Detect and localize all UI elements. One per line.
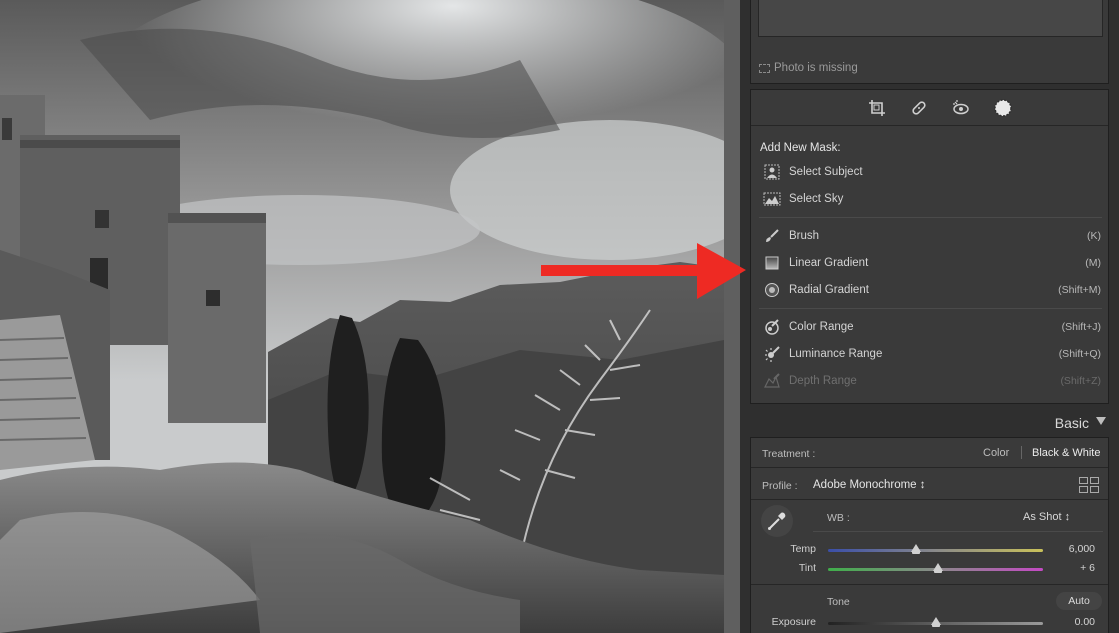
crop-icon[interactable] bbox=[867, 98, 887, 118]
mask-label: Select Subject bbox=[789, 166, 863, 178]
tint-thumb[interactable] bbox=[932, 563, 943, 573]
photo-canvas[interactable] bbox=[0, 0, 724, 633]
profile-select[interactable]: Adobe Monochrome ↕ bbox=[813, 479, 926, 491]
tool-strip bbox=[751, 90, 1108, 126]
navigator-panel: Photo is missing bbox=[750, 0, 1109, 84]
redeye-icon[interactable] bbox=[951, 98, 971, 118]
mask-label: Depth Range bbox=[789, 375, 857, 387]
mask-shortcut: (M) bbox=[1085, 257, 1101, 269]
basic-panel-title: Basic bbox=[1054, 415, 1089, 431]
treatment-bw-option[interactable]: Black & White bbox=[1032, 447, 1100, 459]
tint-slider-row: Tint + 6 bbox=[751, 560, 1108, 578]
masking-icon[interactable] bbox=[993, 98, 1013, 118]
color-range-icon bbox=[763, 319, 781, 335]
wb-label: WB : bbox=[827, 512, 850, 524]
mask-label: Radial Gradient bbox=[789, 284, 869, 296]
tint-label: Tint bbox=[798, 562, 816, 574]
mask-shortcut: (Shift+Z) bbox=[1060, 375, 1101, 387]
mask-select-sky[interactable]: Select Sky bbox=[763, 189, 1101, 209]
tint-value[interactable]: + 6 bbox=[1080, 562, 1095, 574]
treatment-row: Treatment : Color Black & White bbox=[751, 438, 1108, 468]
brush-icon bbox=[763, 228, 781, 244]
mask-depth-range: Depth Range (Shift+Z) bbox=[763, 371, 1101, 391]
exposure-slider-row: Exposure 0.00 bbox=[751, 614, 1108, 632]
mask-label: Color Range bbox=[789, 321, 854, 333]
profile-browser-grid-icon[interactable] bbox=[1079, 477, 1099, 493]
radial-gradient-icon bbox=[763, 282, 781, 298]
mask-shortcut: (Shift+Q) bbox=[1058, 348, 1101, 360]
depth-range-icon bbox=[763, 373, 781, 389]
profile-row: Profile : Adobe Monochrome ↕ bbox=[751, 469, 1108, 500]
mask-radial-gradient[interactable]: Radial Gradient (Shift+M) bbox=[763, 280, 1101, 300]
mask-label: Brush bbox=[789, 230, 820, 242]
exposure-value[interactable]: 0.00 bbox=[1075, 616, 1095, 628]
temp-slider-row: Temp 6,000 bbox=[751, 541, 1108, 559]
mask-select-subject[interactable]: Select Subject bbox=[763, 162, 1101, 182]
photo-missing-notice: Photo is missing bbox=[759, 62, 858, 74]
mask-shortcut: (Shift+J) bbox=[1061, 321, 1101, 333]
tone-label: Tone bbox=[827, 596, 850, 608]
mask-label: Linear Gradient bbox=[789, 257, 869, 269]
temp-value[interactable]: 6,000 bbox=[1069, 543, 1095, 555]
mask-luminance-range[interactable]: Luminance Range (Shift+Q) bbox=[763, 344, 1101, 364]
temp-thumb[interactable] bbox=[911, 544, 922, 554]
mask-label: Luminance Range bbox=[789, 348, 883, 360]
missing-photo-icon bbox=[759, 63, 770, 73]
exposure-thumb[interactable] bbox=[930, 617, 941, 627]
linear-gradient-icon bbox=[763, 255, 781, 271]
photo-image bbox=[0, 0, 724, 633]
luminance-range-icon bbox=[763, 346, 781, 362]
collapse-triangle-icon[interactable] bbox=[1096, 417, 1106, 425]
navigator-preview[interactable] bbox=[758, 0, 1103, 37]
treatment-label: Treatment : bbox=[762, 448, 816, 460]
mask-shortcut: (Shift+M) bbox=[1058, 284, 1101, 296]
white-balance-section: WB : As Shot ↕ Temp 6,000 Tint + 6 bbox=[751, 501, 1108, 585]
wb-select[interactable]: As Shot ↕ bbox=[1023, 511, 1070, 523]
temp-label: Temp bbox=[790, 543, 816, 555]
healing-icon[interactable] bbox=[909, 98, 929, 118]
mask-shortcut: (K) bbox=[1087, 230, 1101, 242]
mask-separator bbox=[759, 308, 1102, 309]
panel-gutter bbox=[740, 0, 748, 633]
sky-icon bbox=[763, 191, 781, 207]
temp-track[interactable] bbox=[828, 549, 1043, 552]
mask-brush[interactable]: Brush (K) bbox=[763, 226, 1101, 246]
mask-linear-gradient[interactable]: Linear Gradient (M) bbox=[763, 253, 1101, 273]
add-mask-title: Add New Mask: bbox=[760, 142, 841, 154]
mask-label: Select Sky bbox=[789, 193, 844, 205]
exposure-label: Exposure bbox=[771, 616, 816, 628]
mask-separator bbox=[759, 217, 1102, 218]
basic-panel-header[interactable]: Basic bbox=[750, 410, 1109, 436]
person-icon bbox=[763, 164, 781, 180]
develop-panel: Photo is missing Add New Mask: Select Su… bbox=[748, 0, 1119, 633]
eyedropper-icon[interactable] bbox=[761, 505, 793, 537]
panel-divider[interactable] bbox=[724, 0, 740, 633]
photo-missing-text: Photo is missing bbox=[774, 62, 858, 74]
treatment-color-option[interactable]: Color bbox=[983, 447, 1009, 459]
annotation-arrow-icon bbox=[541, 243, 746, 299]
treatment-divider bbox=[1021, 446, 1022, 459]
masking-panel: Add New Mask: Select Subject Select Sky … bbox=[750, 89, 1109, 404]
mask-color-range[interactable]: Color Range (Shift+J) bbox=[763, 317, 1101, 337]
wb-divider bbox=[813, 531, 1103, 532]
auto-tone-button[interactable]: Auto bbox=[1056, 592, 1102, 610]
profile-label: Profile : bbox=[762, 480, 798, 492]
basic-panel: Treatment : Color Black & White Profile … bbox=[750, 437, 1109, 633]
